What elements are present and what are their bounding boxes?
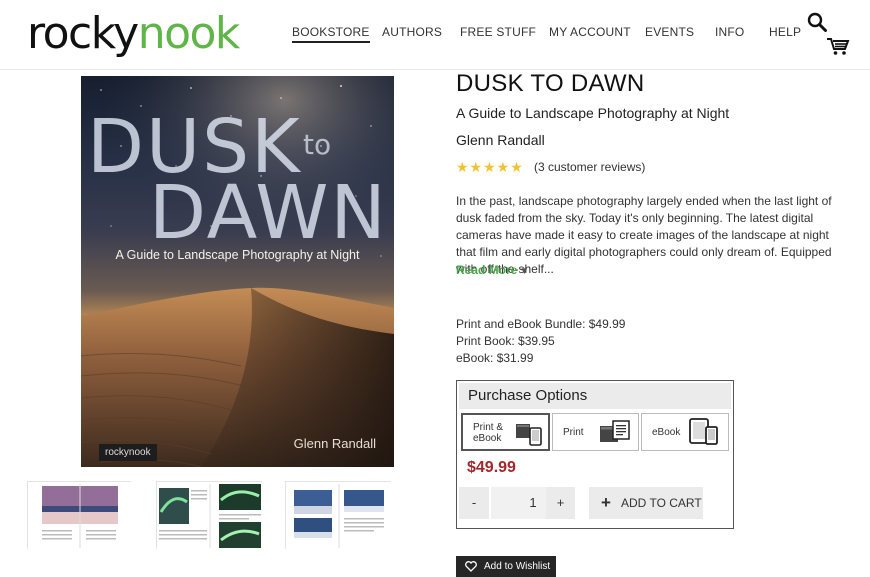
price-print: Print Book: $39.95 bbox=[456, 334, 555, 348]
option-label-print: Print bbox=[563, 427, 584, 438]
option-ebook[interactable]: eBook bbox=[641, 413, 729, 451]
nav-info[interactable]: INFO bbox=[715, 25, 744, 39]
purchase-options-header: Purchase Options bbox=[459, 383, 731, 409]
option-print-and-ebook[interactable]: Print & eBook bbox=[461, 413, 550, 451]
tablet-phone-icon bbox=[689, 418, 718, 445]
search-icon[interactable] bbox=[807, 12, 827, 32]
nav-help[interactable]: HELP bbox=[769, 25, 801, 39]
cover-title-to: to bbox=[303, 128, 332, 161]
option-label-line2: eBook bbox=[473, 433, 502, 444]
quantity-decrement-button[interactable]: - bbox=[459, 487, 489, 519]
purchase-options-title: Purchase Options bbox=[468, 387, 588, 404]
option-print[interactable]: Print bbox=[552, 413, 639, 451]
preview-thumbnail-3[interactable] bbox=[285, 481, 392, 550]
nav-authors[interactable]: AUTHORS bbox=[382, 25, 442, 39]
plus-icon: + bbox=[601, 493, 611, 512]
quantity-increment-button[interactable]: + bbox=[546, 487, 575, 519]
cart-icon[interactable] bbox=[826, 36, 850, 56]
book-and-phone-icon bbox=[516, 424, 542, 446]
cover-title-dawn: DAWN bbox=[149, 170, 388, 256]
rating-stars: ★★★★★ bbox=[456, 159, 524, 175]
preview-thumbnail-1[interactable] bbox=[27, 481, 132, 550]
site-header: rockynook BOOKSTORE AUTHORS FREE STUFF M… bbox=[0, 0, 870, 70]
cover-subtitle: A Guide to Landscape Photography at Nigh… bbox=[115, 248, 360, 262]
logo-part-nook: nook bbox=[137, 8, 241, 59]
nav-events[interactable]: EVENTS bbox=[645, 25, 694, 39]
preview-thumbnail-2[interactable] bbox=[156, 481, 263, 550]
product-subtitle: A Guide to Landscape Photography at Nigh… bbox=[456, 105, 730, 121]
cover-publisher-logo: rockynook bbox=[99, 444, 157, 461]
add-to-cart-button[interactable]: + ADD TO CART bbox=[589, 487, 703, 519]
thumbnail-spread-image bbox=[28, 482, 132, 550]
purchase-options-box: Purchase Options Print & eBook Print eBo… bbox=[456, 380, 734, 529]
chevron-down-icon: ▼ bbox=[519, 266, 530, 277]
cover-author: Glenn Randall bbox=[293, 436, 376, 451]
heart-icon bbox=[465, 561, 477, 572]
thumbnail-spread-image bbox=[157, 482, 263, 550]
price-bundle: Print and eBook Bundle: $49.99 bbox=[456, 317, 626, 331]
add-to-wishlist-button[interactable]: Add to Wishlist bbox=[456, 556, 556, 577]
thumbnail-spread-image bbox=[286, 482, 392, 550]
read-more-link[interactable]: Read More ▼ bbox=[456, 263, 529, 277]
add-to-wishlist-label: Add to Wishlist bbox=[484, 561, 551, 572]
book-cover-image[interactable]: DUSK to DAWN A Guide to Landscape Photog… bbox=[81, 76, 394, 467]
add-to-cart-label: ADD TO CART bbox=[621, 496, 702, 510]
selected-price: $49.99 bbox=[467, 459, 516, 476]
product-title: DUSK TO DAWN bbox=[456, 70, 645, 97]
book-icon bbox=[600, 420, 630, 442]
nav-bookstore[interactable]: BOOKSTORE bbox=[292, 25, 370, 43]
customer-reviews-link[interactable]: (3 customer reviews) bbox=[534, 160, 645, 174]
nav-my-account[interactable]: MY ACCOUNT bbox=[549, 25, 631, 39]
read-more-label: Read More bbox=[456, 263, 518, 277]
option-label-ebook: eBook bbox=[652, 427, 681, 438]
product-author[interactable]: Glenn Randall bbox=[456, 132, 545, 148]
logo-part-rocky: rocky bbox=[27, 8, 139, 59]
price-ebook: eBook: $31.99 bbox=[456, 351, 534, 365]
site-logo[interactable]: rockynook bbox=[27, 8, 241, 60]
option-label-line1: Print & bbox=[473, 422, 504, 433]
nav-free-stuff[interactable]: FREE STUFF bbox=[460, 25, 536, 39]
